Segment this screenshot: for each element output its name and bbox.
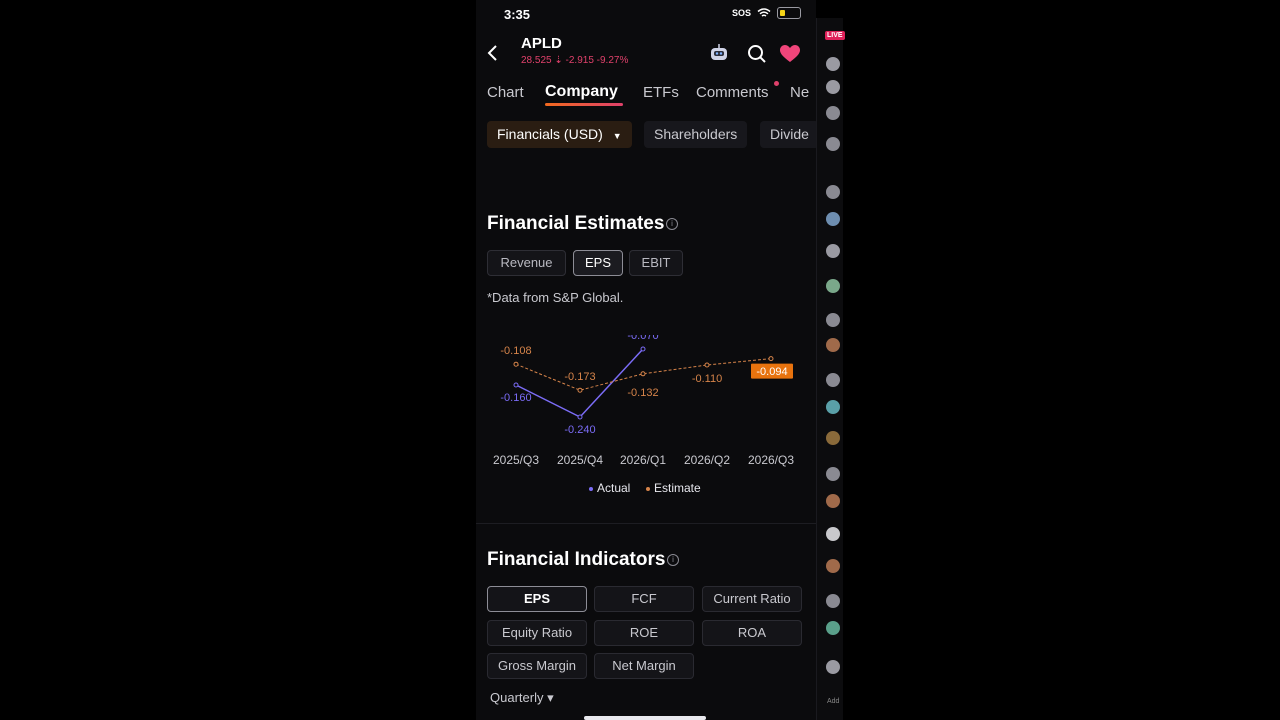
viewer-avatar[interactable] xyxy=(826,559,840,573)
wifi-icon xyxy=(757,8,771,17)
viewer-avatar[interactable] xyxy=(826,185,840,199)
indicators-title: Financial Indicators xyxy=(487,549,666,570)
viewer-avatar[interactable] xyxy=(826,106,840,120)
tab-etfs[interactable]: ETFs xyxy=(643,84,679,101)
battery-icon xyxy=(777,7,802,19)
back-icon[interactable] xyxy=(486,45,500,61)
indicator-gross-margin[interactable]: Gross Margin xyxy=(487,653,587,679)
shareholders-tab[interactable]: Shareholders xyxy=(644,121,748,148)
viewer-avatar[interactable] xyxy=(826,80,840,94)
caret-down-icon: ▼ xyxy=(612,131,622,141)
side-panel xyxy=(816,18,843,720)
viewer-avatar[interactable] xyxy=(826,244,840,258)
status-time: 3:35 xyxy=(504,7,531,22)
data-source-note: *Data from S&P Global. xyxy=(487,290,624,305)
indicator-equity-ratio[interactable]: Equity Ratio xyxy=(487,620,587,646)
data-label: -0.173 xyxy=(564,371,595,383)
ticker-symbol: APLD xyxy=(521,35,562,52)
x-tick-label: 2026/Q1 xyxy=(620,453,666,467)
tab-company[interactable]: Company xyxy=(545,83,618,101)
heart-icon[interactable] xyxy=(779,44,801,64)
x-tick-label: 2026/Q2 xyxy=(684,453,730,467)
estimates-title: Financial Estimates xyxy=(487,213,665,234)
data-label: -0.108 xyxy=(500,345,531,357)
data-label: -0.160 xyxy=(500,392,531,404)
indicator-roe[interactable]: ROE xyxy=(594,620,694,646)
financials-label: Financials (USD) xyxy=(497,126,603,142)
legend-actual: Actual xyxy=(589,481,630,495)
indicator-net-margin[interactable]: Net Margin xyxy=(594,653,694,679)
tab-news[interactable]: Ne xyxy=(790,84,809,101)
viewer-avatar[interactable] xyxy=(826,431,840,445)
viewer-avatar[interactable] xyxy=(826,313,840,327)
section-divider xyxy=(476,523,816,524)
data-point-actual xyxy=(577,414,583,420)
eps-chart: -0.160 -0.240 -0.070 -0.108 -0.173 -0.132 -0.1… xyxy=(493,335,794,467)
indicator-eps[interactable]: EPS xyxy=(487,586,587,612)
viewer-avatar[interactable] xyxy=(826,212,840,226)
tab-chart[interactable]: Chart xyxy=(487,84,524,101)
data-point-estimate xyxy=(704,362,710,368)
info-icon[interactable]: i xyxy=(666,218,678,230)
data-label: -0.094 xyxy=(756,366,787,378)
data-point-actual xyxy=(640,346,646,352)
info-icon[interactable]: i xyxy=(667,554,679,566)
data-point-estimate xyxy=(768,356,774,362)
x-tick-label: 2025/Q4 xyxy=(557,453,603,467)
segment-eps[interactable]: EPS xyxy=(573,250,623,276)
indicator-roa[interactable]: ROA xyxy=(702,620,802,646)
viewer-avatar[interactable] xyxy=(826,621,840,635)
data-point-estimate xyxy=(577,387,583,393)
home-indicator xyxy=(584,716,706,720)
financials-dropdown[interactable]: Financials (USD) ▼ xyxy=(487,121,632,148)
data-label: -0.110 xyxy=(692,373,722,385)
viewer-avatar[interactable] xyxy=(826,279,840,293)
tab-comments[interactable]: Comments xyxy=(696,84,769,101)
data-label: -0.132 xyxy=(627,387,658,399)
viewer-avatar[interactable] xyxy=(826,57,840,71)
status-icons: SOS xyxy=(732,7,802,19)
viewer-avatar[interactable] xyxy=(826,467,840,481)
viewer-avatar[interactable] xyxy=(826,373,840,387)
viewer-avatar[interactable] xyxy=(826,137,840,151)
data-point-actual xyxy=(513,382,519,388)
phone-screen: 3:35 SOS APLD 28.525 ⇣ -2.915 -9.27% Cha… xyxy=(476,0,816,720)
viewer-avatar[interactable] xyxy=(826,594,840,608)
legend-estimate-label: Estimate xyxy=(654,481,701,495)
data-point-estimate xyxy=(513,361,519,367)
price-quote: 28.525 ⇣ -2.915 -9.27% xyxy=(521,55,629,66)
indicator-current-ratio[interactable]: Current Ratio xyxy=(702,586,802,612)
viewer-avatar[interactable] xyxy=(826,527,840,541)
active-tab-indicator xyxy=(545,103,623,106)
period-dropdown[interactable]: Quarterly ▾ xyxy=(490,690,554,706)
viewer-avatar[interactable] xyxy=(826,338,840,352)
add-label[interactable]: Add xyxy=(827,698,839,705)
sos-indicator: SOS xyxy=(732,8,752,18)
notification-dot xyxy=(774,81,779,86)
x-tick-label: 2026/Q3 xyxy=(748,453,794,467)
data-point-estimate xyxy=(640,371,646,377)
search-icon[interactable] xyxy=(747,44,767,64)
indicator-fcf[interactable]: FCF xyxy=(594,586,694,612)
live-badge: LIVE xyxy=(825,31,845,40)
legend-estimate: Estimate xyxy=(646,481,701,495)
data-label: -0.070 xyxy=(627,335,658,342)
dividends-tab[interactable]: Divide xyxy=(760,121,816,148)
data-label: -0.240 xyxy=(564,424,595,436)
viewer-avatar[interactable] xyxy=(826,494,840,508)
viewer-avatar[interactable] xyxy=(826,400,840,414)
viewer-avatar[interactable] xyxy=(826,660,840,674)
legend-actual-label: Actual xyxy=(597,481,631,495)
robot-assistant-icon[interactable] xyxy=(708,43,730,63)
segment-ebit[interactable]: EBIT xyxy=(629,250,683,276)
x-tick-label: 2025/Q3 xyxy=(493,453,539,467)
segment-revenue[interactable]: Revenue xyxy=(487,250,566,276)
